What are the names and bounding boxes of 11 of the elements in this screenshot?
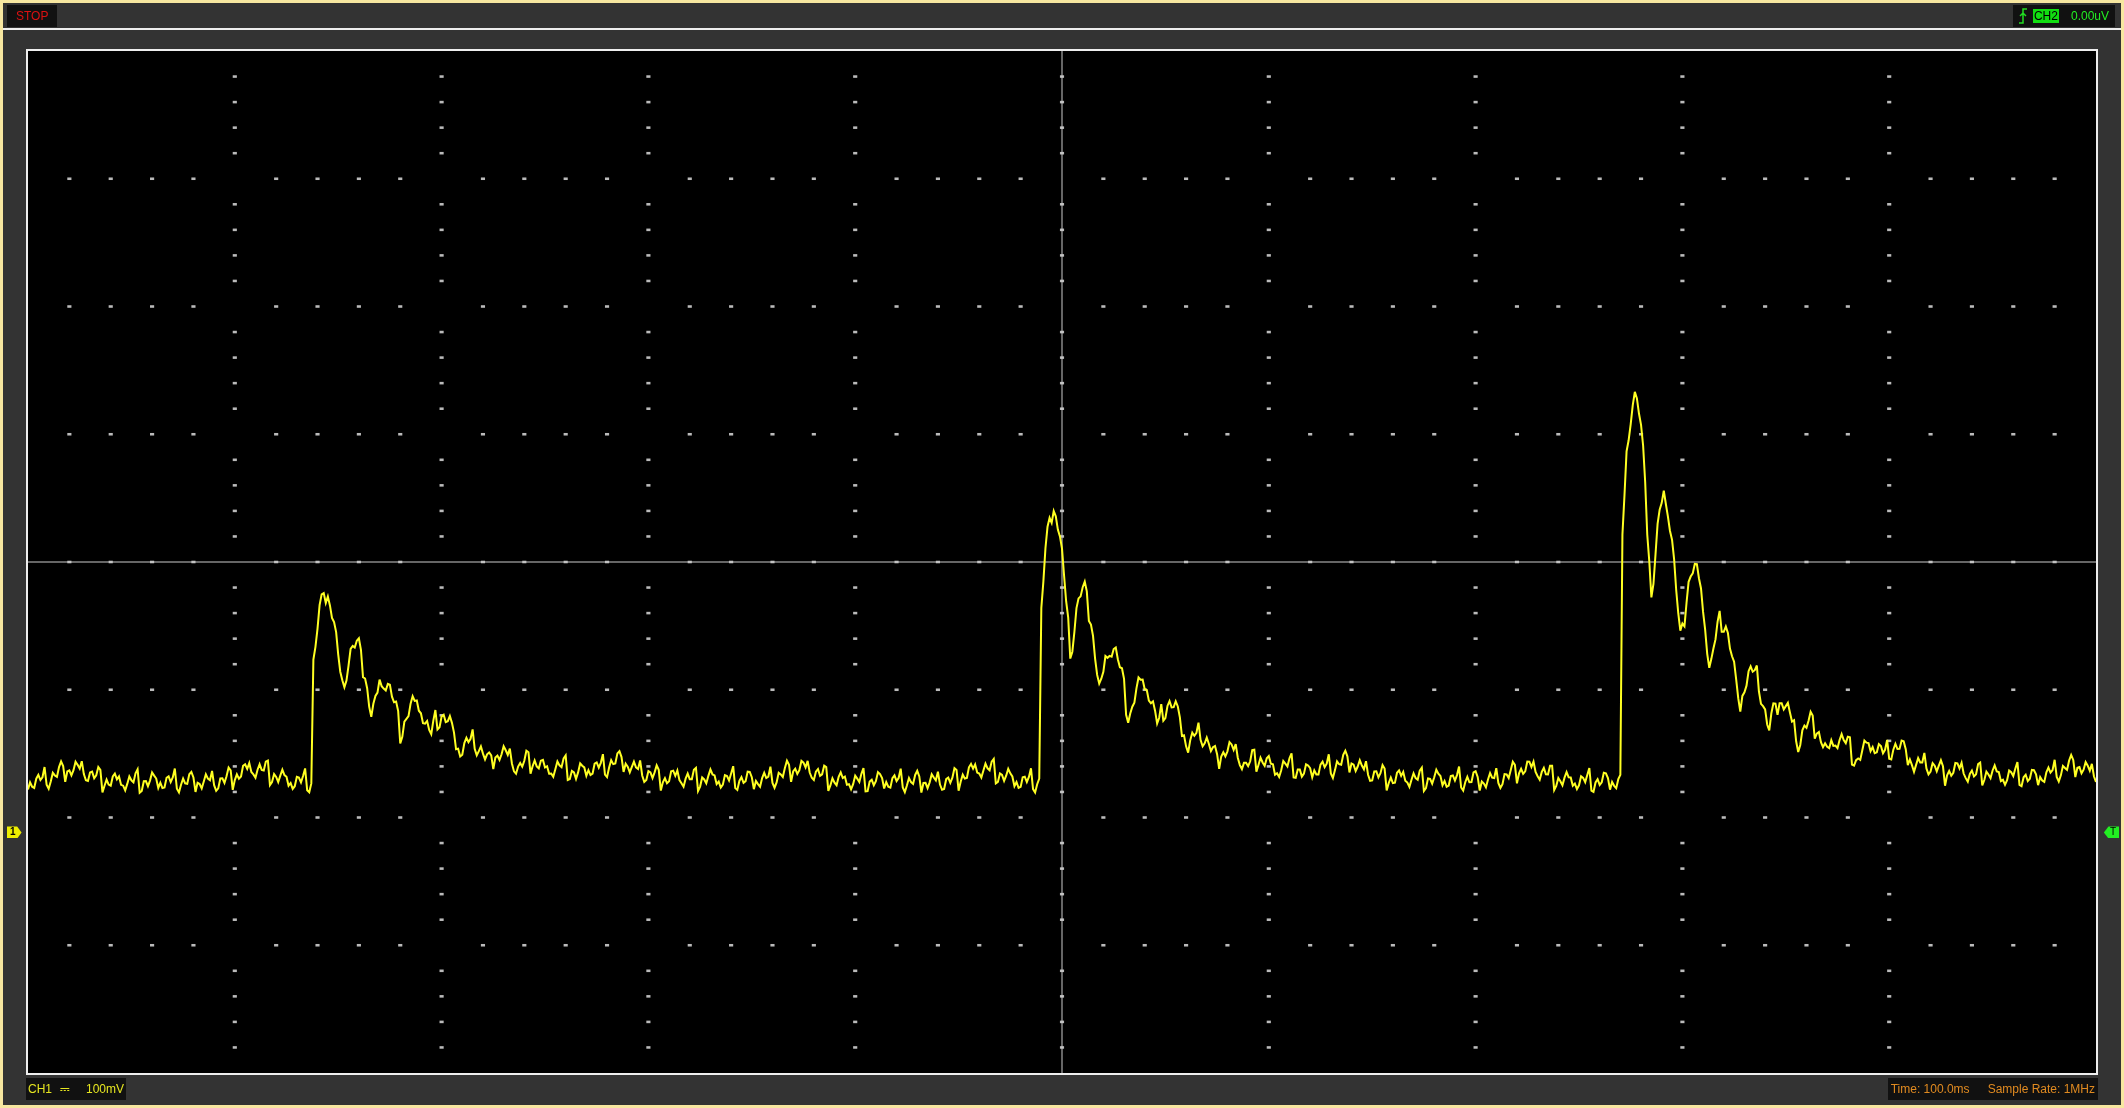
run-status: STOP bbox=[7, 4, 58, 27]
trigger-level: 0.00uV bbox=[2070, 7, 2109, 25]
coupling-label: ⎓ bbox=[60, 1081, 70, 1098]
trigger-channel: CH2 bbox=[2032, 8, 2059, 23]
channel-label: CH1 bbox=[28, 1081, 52, 1098]
channel-marker[interactable]: 1 bbox=[7, 826, 22, 839]
rising-edge-icon bbox=[2018, 7, 2027, 24]
time-per-division: Time: 100.0ms bbox=[1890, 1081, 1970, 1098]
volts-per-division: 100mV bbox=[86, 1081, 125, 1098]
sample-rate: Sample Rate: 1MHz bbox=[1987, 1081, 2095, 1098]
trigger-marker[interactable]: T bbox=[2103, 826, 2119, 839]
